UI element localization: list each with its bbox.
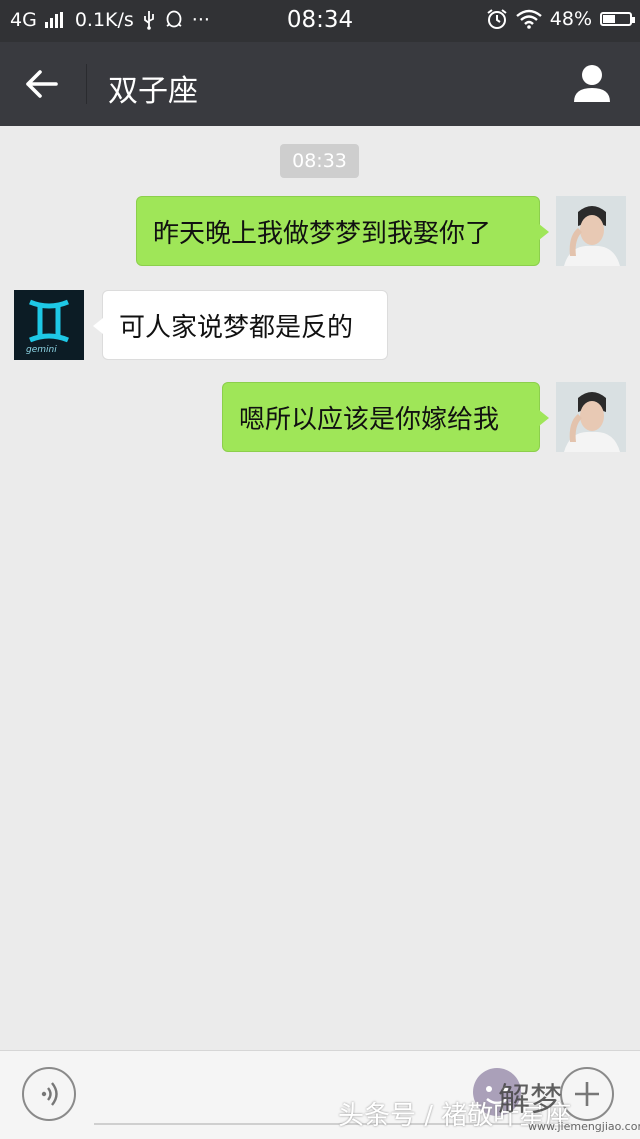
chat-title: 双子座 xyxy=(108,74,198,109)
message-bubble-incoming[interactable]: 可人家说梦都是反的 xyxy=(93,290,388,360)
message-text: 嗯所以应该是你嫁给我 xyxy=(239,404,500,435)
contact-avatar[interactable]: gemini xyxy=(14,290,84,360)
wifi-icon xyxy=(515,9,542,29)
back-arrow-icon xyxy=(26,70,58,98)
battery-icon xyxy=(600,12,635,26)
my-avatar[interactable] xyxy=(556,382,626,452)
my-avatar[interactable] xyxy=(556,196,626,266)
message-list[interactable]: 08:33 昨天晚上我做梦梦到我娶你了 gemini 可人家说梦都是反的 嗯所以… xyxy=(0,126,640,1050)
back-button[interactable] xyxy=(20,62,66,106)
message-bubble-outgoing[interactable]: 嗯所以应该是你嫁给我 xyxy=(222,382,549,452)
avatar-photo xyxy=(556,196,626,266)
watermark-site: www.jiemengjiao.com xyxy=(528,1120,640,1133)
voice-button[interactable] xyxy=(22,1067,76,1121)
bubble-tail xyxy=(539,224,549,240)
battery-percent: 48% xyxy=(549,8,592,30)
status-right: 48% xyxy=(486,8,635,30)
message-timestamp: 08:33 xyxy=(280,144,359,178)
chat-info-button[interactable] xyxy=(570,62,614,106)
header-divider xyxy=(86,64,87,104)
chat-header: 双子座 xyxy=(0,42,640,126)
avatar-photo xyxy=(556,382,626,452)
alarm-icon xyxy=(487,9,507,29)
message-bubble-outgoing[interactable]: 昨天晚上我做梦梦到我娶你了 xyxy=(136,196,549,266)
message-text: 昨天晚上我做梦梦到我娶你了 xyxy=(153,218,492,249)
person-icon xyxy=(574,65,610,102)
status-bar: 4G 0.1K/s ··· 08:34 48% xyxy=(0,0,640,42)
watermark-jiemeng: 解梦 xyxy=(498,1080,563,1118)
bubble-tail xyxy=(539,410,549,426)
avatar-caption: gemini xyxy=(26,345,57,355)
voice-icon xyxy=(41,1082,58,1106)
message-text: 可人家说梦都是反的 xyxy=(119,312,354,343)
bubble-tail xyxy=(93,318,103,334)
